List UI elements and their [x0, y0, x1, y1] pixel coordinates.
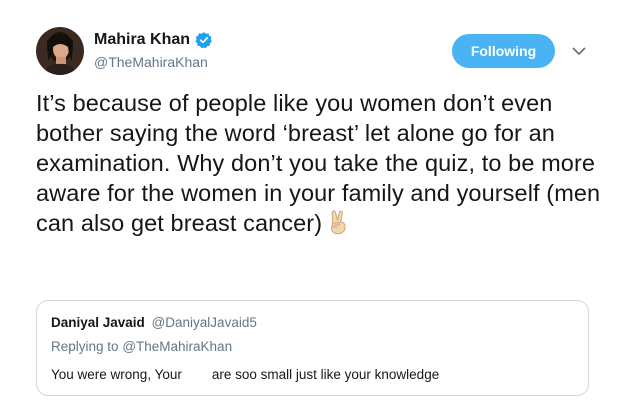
author-handle[interactable]: @TheMahiraKhan [94, 54, 213, 70]
verified-badge-icon [195, 31, 213, 49]
avatar[interactable] [36, 27, 84, 75]
author-info: Mahira Khan @TheMahiraKhan [94, 29, 213, 70]
replying-to-handle[interactable]: @TheMahiraKhan [122, 339, 232, 354]
victory-hand-icon [326, 209, 350, 242]
tweet-card: Mahira Khan @TheMahiraKhan Following It’… [0, 0, 625, 404]
replying-to-line: Replying to @TheMahiraKhan [51, 339, 232, 354]
quoted-author-name: Daniyal Javaid [51, 315, 145, 330]
tweet-text: It’s because of people like you women do… [36, 90, 601, 236]
quoted-tweet-text: You were wrong, Your are soo small just … [51, 367, 440, 382]
tweet-menu-button[interactable] [569, 42, 589, 60]
quoted-author-handle: @DaniyalJavaid5 [151, 315, 257, 330]
chevron-down-icon [572, 47, 586, 55]
following-button[interactable]: Following [452, 34, 555, 68]
tweet-body: It’s because of people like you women do… [36, 88, 606, 242]
replying-to-label: Replying to [51, 339, 119, 354]
quoted-tweet[interactable]: Daniyal Javaid @DaniyalJavaid5 Replying … [36, 300, 589, 396]
author-name[interactable]: Mahira Khan [94, 31, 190, 49]
author-name-row: Mahira Khan [94, 29, 213, 51]
quoted-tweet-header: Daniyal Javaid @DaniyalJavaid5 [51, 315, 257, 330]
